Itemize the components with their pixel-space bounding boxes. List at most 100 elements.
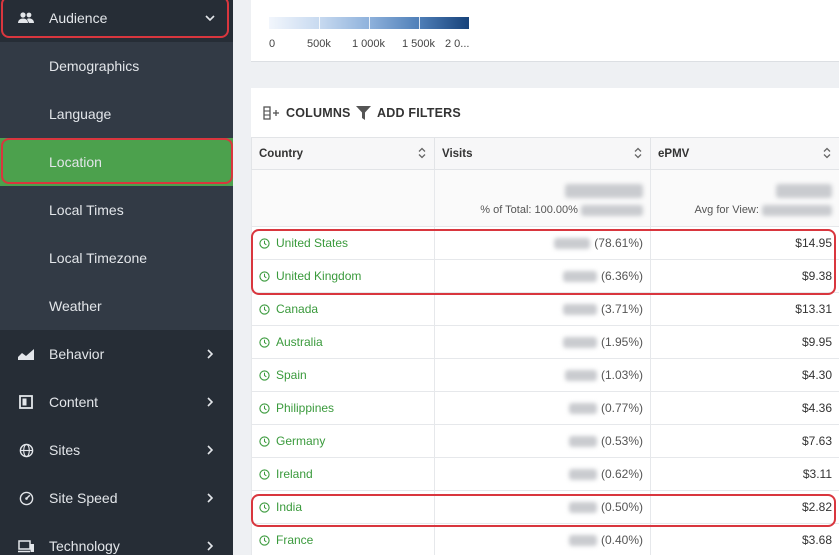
- nav-sites[interactable]: Sites: [0, 426, 233, 474]
- report-table-card: COLUMNS ADD FILTERS Country Visits ePMV: [251, 88, 839, 555]
- epmv-cell: $3.68: [650, 523, 839, 555]
- epmv-cell: $4.30: [650, 358, 839, 392]
- epmv-cell: $9.38: [650, 259, 839, 293]
- visits-cell: (3.71%): [434, 292, 651, 326]
- epmv-value: $13.31: [795, 302, 832, 316]
- epmv-value: $2.82: [801, 500, 832, 514]
- clock-icon: [259, 303, 270, 315]
- country-cell[interactable]: Canada: [251, 292, 435, 326]
- column-header-country[interactable]: Country: [251, 137, 435, 170]
- nav-technology[interactable]: Technology: [0, 522, 233, 555]
- epmv-value: $7.63: [801, 434, 832, 448]
- sort-icon: [418, 147, 426, 159]
- clock-icon: [259, 435, 270, 447]
- chevron-right-icon: [205, 493, 215, 503]
- visits-percent: (0.53%): [600, 434, 643, 448]
- epmv-value: $9.95: [801, 335, 832, 349]
- sort-icon: [823, 147, 831, 159]
- nav-audience-label: Audience: [49, 10, 108, 26]
- table-row[interactable]: United States (78.61%) $14.95: [251, 226, 839, 260]
- chevron-right-icon: [205, 349, 215, 359]
- book-icon: [17, 393, 35, 411]
- columns-icon: [263, 106, 279, 120]
- chart-area-icon: [17, 345, 35, 363]
- column-header-visits[interactable]: Visits: [434, 137, 651, 170]
- legend-label: 1 000k: [352, 38, 386, 50]
- sub-item-language[interactable]: Language: [0, 90, 233, 138]
- table-row[interactable]: Canada (3.71%) $13.31: [251, 292, 839, 326]
- legend-label: 2 0...: [445, 38, 470, 50]
- sub-item-local-times[interactable]: Local Times: [0, 186, 233, 234]
- country-cell[interactable]: India: [251, 490, 435, 524]
- sub-item-weather[interactable]: Weather: [0, 282, 233, 330]
- table-row[interactable]: India (0.50%) $2.82: [251, 490, 839, 524]
- nav-site-speed-label: Site Speed: [49, 490, 118, 506]
- country-link[interactable]: United Kingdom: [276, 269, 361, 283]
- country-link[interactable]: France: [276, 533, 313, 547]
- devices-icon: [17, 537, 35, 555]
- table-row[interactable]: Ireland (0.62%) $3.11: [251, 457, 839, 491]
- epmv-cell: $13.31: [650, 292, 839, 326]
- map-legend: 0 500k 1 000k 1 500k 2 0...: [251, 0, 839, 62]
- table-row[interactable]: Australia (1.95%) $9.95: [251, 325, 839, 359]
- sub-item-label: Weather: [49, 298, 102, 314]
- clock-icon: [259, 402, 270, 414]
- country-cell[interactable]: Australia: [251, 325, 435, 359]
- epmv-value: $4.36: [801, 401, 832, 415]
- table-row[interactable]: Spain (1.03%) $4.30: [251, 358, 839, 392]
- legend-label: 1 500k: [402, 38, 436, 50]
- add-filters-button[interactable]: ADD FILTERS: [356, 106, 461, 120]
- sub-item-demographics[interactable]: Demographics: [0, 42, 233, 90]
- visits-cell: (6.36%): [434, 259, 651, 293]
- nav-technology-label: Technology: [49, 538, 120, 554]
- table-row[interactable]: United Kingdom (6.36%) $9.38: [251, 259, 839, 293]
- table-row[interactable]: Philippines (0.77%) $4.36: [251, 391, 839, 425]
- country-cell[interactable]: Spain: [251, 358, 435, 392]
- chevron-right-icon: [205, 397, 215, 407]
- visits-cell: (0.53%): [434, 424, 651, 458]
- nav-content[interactable]: Content: [0, 378, 233, 426]
- country-cell[interactable]: United States: [251, 226, 435, 260]
- country-link[interactable]: Ireland: [276, 467, 313, 481]
- chevron-down-icon: [205, 13, 215, 23]
- country-link[interactable]: Australia: [276, 335, 323, 349]
- legend-label: 0: [269, 38, 276, 50]
- column-header-epmv[interactable]: ePMV: [650, 137, 839, 170]
- table-row[interactable]: France (0.40%) $3.68: [251, 523, 839, 555]
- visits-percent: (0.50%): [600, 500, 643, 514]
- sub-item-local-timezone[interactable]: Local Timezone: [0, 234, 233, 282]
- nav-behavior[interactable]: Behavior: [0, 330, 233, 378]
- epmv-value: $3.68: [801, 533, 832, 547]
- country-link[interactable]: United States: [276, 236, 348, 250]
- clock-icon: [259, 468, 270, 480]
- nav-audience[interactable]: Audience: [0, 0, 233, 42]
- country-cell[interactable]: France: [251, 523, 435, 555]
- epmv-cell: $14.95: [650, 226, 839, 260]
- country-cell[interactable]: Germany: [251, 424, 435, 458]
- country-link[interactable]: Philippines: [276, 401, 334, 415]
- epmv-cell: $7.63: [650, 424, 839, 458]
- table-row[interactable]: Germany (0.53%) $7.63: [251, 424, 839, 458]
- country-cell[interactable]: Philippines: [251, 391, 435, 425]
- clock-icon: [259, 501, 270, 513]
- clock-icon: [259, 369, 270, 381]
- visits-percent: (1.95%): [600, 335, 643, 349]
- sidebar: Audience Demographics Language Location …: [0, 0, 233, 555]
- speedometer-icon: [17, 489, 35, 507]
- clock-icon: [259, 270, 270, 282]
- country-link[interactable]: Germany: [276, 434, 325, 448]
- sub-item-location[interactable]: Location: [0, 138, 233, 186]
- sub-item-label: Language: [49, 106, 112, 122]
- epmv-cell: $9.95: [650, 325, 839, 359]
- country-link[interactable]: Canada: [276, 302, 318, 316]
- nav-site-speed[interactable]: Site Speed: [0, 474, 233, 522]
- summary-visits-text: % of Total: 100.00%: [480, 204, 578, 216]
- visits-cell: (0.62%): [434, 457, 651, 491]
- country-cell[interactable]: Ireland: [251, 457, 435, 491]
- country-link[interactable]: India: [276, 500, 302, 514]
- clock-icon: [259, 336, 270, 348]
- country-cell[interactable]: United Kingdom: [251, 259, 435, 293]
- columns-button[interactable]: COLUMNS: [263, 106, 351, 120]
- country-link[interactable]: Spain: [276, 368, 307, 382]
- visits-percent: (0.40%): [600, 533, 643, 547]
